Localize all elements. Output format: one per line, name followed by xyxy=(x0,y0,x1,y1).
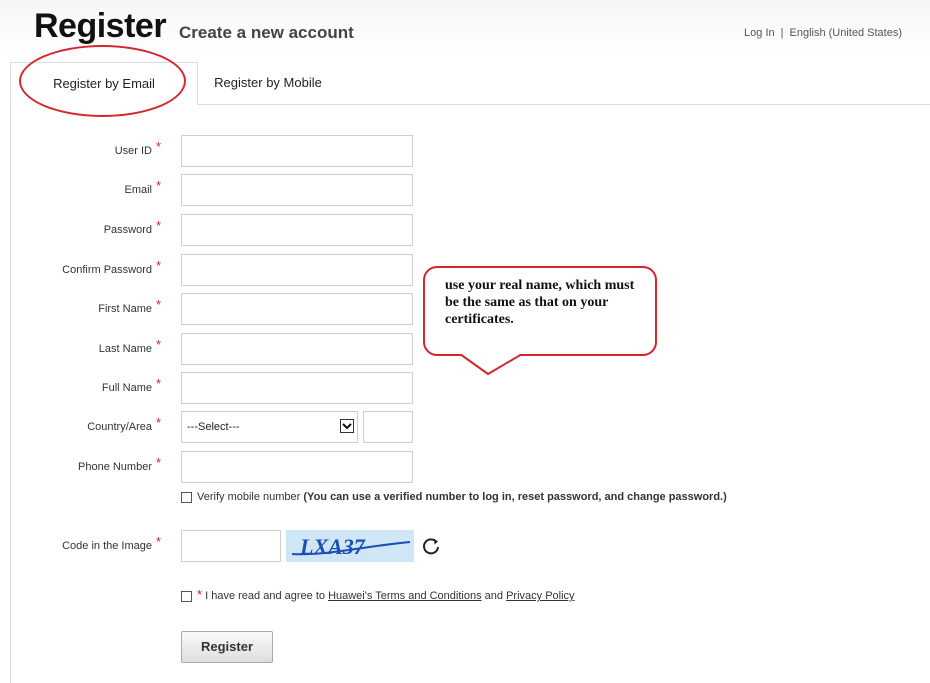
annotation-bubble-tail xyxy=(459,354,523,376)
register-button[interactable]: Register xyxy=(181,631,273,663)
agreement-and: and xyxy=(484,590,504,602)
country-label: Country/Area xyxy=(87,421,152,433)
first-name-label: First Name xyxy=(98,303,152,315)
password-label: Password xyxy=(103,224,152,236)
register-tabs: Register by Email Register by Mobile xyxy=(10,62,930,105)
required-mark: * xyxy=(156,337,162,352)
annotation-text: use your real name, which must be the sa… xyxy=(445,278,635,327)
first-name-input[interactable] xyxy=(181,293,413,325)
required-mark: * xyxy=(156,218,162,233)
phone-input[interactable] xyxy=(181,451,413,483)
confirm-password-label: Confirm Password xyxy=(62,264,152,276)
required-mark: * xyxy=(156,376,162,391)
annotation-bubble: use your real name, which must be the sa… xyxy=(423,266,657,356)
top-links: Log In | English (United States) xyxy=(744,27,902,39)
email-input[interactable] xyxy=(181,174,413,206)
tab-register-by-email[interactable]: Register by Email xyxy=(10,62,198,105)
agree-terms-checkbox[interactable] xyxy=(181,591,192,602)
verify-mobile-label: Verify mobile number xyxy=(197,491,301,503)
phone-label: Phone Number xyxy=(78,461,152,473)
tab-register-by-mobile[interactable]: Register by Mobile xyxy=(208,62,328,104)
full-name-label: Full Name xyxy=(101,382,152,394)
captcha-image: LXA37 xyxy=(286,530,414,562)
captcha-input[interactable] xyxy=(181,530,281,562)
required-mark: * xyxy=(156,258,162,273)
required-mark: * xyxy=(156,297,162,312)
captcha-image-text: LXA37 xyxy=(299,534,366,559)
country-select[interactable]: ---Select--- xyxy=(181,411,358,443)
country-code-input[interactable] xyxy=(363,411,413,443)
refresh-captcha-icon[interactable] xyxy=(420,535,442,557)
country-select-value: ---Select--- xyxy=(187,421,240,433)
email-label: Email xyxy=(124,184,152,196)
required-mark: * xyxy=(156,455,162,470)
full-name-input[interactable] xyxy=(181,372,413,404)
agreement-prefix: I have read and agree to xyxy=(205,590,325,602)
page-title: Register xyxy=(34,7,167,45)
captcha-label: Code in the Image xyxy=(62,540,152,552)
required-mark: * xyxy=(156,139,162,154)
last-name-input[interactable] xyxy=(181,333,413,365)
user-id-label: User ID xyxy=(114,145,152,157)
chevron-down-icon[interactable] xyxy=(340,419,354,433)
language-selector[interactable]: English (United States) xyxy=(790,27,903,39)
user-id-input[interactable] xyxy=(181,135,413,167)
confirm-password-input[interactable] xyxy=(181,254,413,286)
required-mark: * xyxy=(156,534,162,549)
last-name-label: Last Name xyxy=(98,343,152,355)
login-link[interactable]: Log In xyxy=(744,27,775,39)
agreement-text: * I have read and agree to Huawei's Term… xyxy=(197,587,575,602)
terms-link[interactable]: Huawei's Terms and Conditions xyxy=(328,590,482,602)
verify-mobile-text: Verify mobile number (You can use a veri… xyxy=(197,491,727,503)
verify-mobile-checkbox[interactable] xyxy=(181,492,192,503)
required-mark: * xyxy=(156,415,162,430)
link-separator: | xyxy=(780,27,784,39)
page-header: Register Create a new account Log In | Eng… xyxy=(0,0,930,56)
page-subtitle: Create a new account xyxy=(179,23,354,42)
required-mark: * xyxy=(197,587,203,602)
privacy-policy-link[interactable]: Privacy Policy xyxy=(506,590,574,602)
required-mark: * xyxy=(156,178,162,193)
password-input[interactable] xyxy=(181,214,413,246)
verify-mobile-note: (You can use a verified number to log in… xyxy=(303,491,727,503)
